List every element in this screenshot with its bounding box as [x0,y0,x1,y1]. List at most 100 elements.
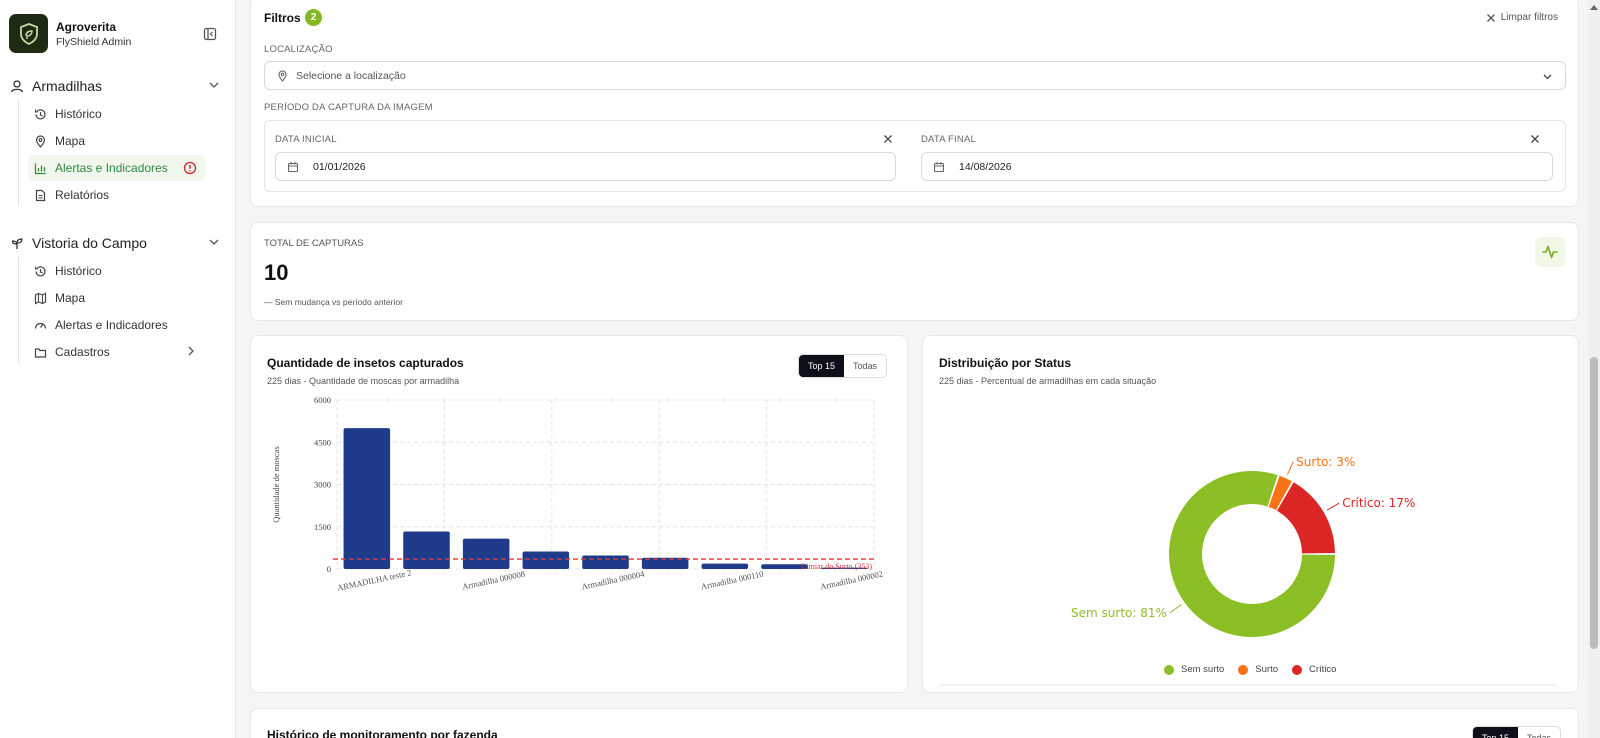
slice-label: Surto: 3% [1296,455,1355,469]
filters-title: Filtros [264,11,301,25]
sidebar-item-label: Histórico [55,264,102,278]
y-tick-label: 0 [327,564,331,574]
x-tick-label: Armadilha 000002 [819,569,884,592]
sidebar-item-relatorios[interactable]: Relatórios [28,182,205,208]
status-chart-subtitle: 225 dias - Percentual de armadilhas em c… [939,376,1157,386]
bar-chart: 0 1500 3000 4500 6000 Quantidade de moscas ARM… [271,395,884,593]
sidebar-item-label: Mapa [55,134,86,148]
slice-label: Sem surto: 81% [1071,606,1167,620]
sidebar-collapse-icon[interactable] [203,27,217,41]
brand[interactable]: Agroverita FlyShield Admin [9,14,131,53]
x-tick-label: Armadilha 000004 [581,568,646,591]
y-tick-label: 1500 [314,522,331,532]
sidebar-item-label: Relatórios [55,188,110,202]
sidebar-item-historico[interactable]: Histórico [28,101,205,127]
gauge-icon [34,322,47,329]
history-icon [34,108,46,119]
x-tick-label: Armadilha 000008 [461,569,526,592]
history-icon [34,265,46,276]
sprout-icon [11,238,23,249]
status-legend: Sem surto Surto Crítico [1164,664,1336,675]
status-donut-chart: Sem surto: 81% Surto: 3% Crítico: 17% [939,455,1557,686]
slice-leader [1287,461,1294,475]
slice-leader [1169,604,1182,614]
bar-chart-toggle: Top 15 Todas [798,354,888,378]
section-label: Armadilhas [32,78,103,94]
filters-card: Filtros 2 Limpar filtros LOCALIZAÇÃO Sel… [250,0,1579,207]
alert-circle-icon [183,161,197,175]
clear-filters-label: Limpar filtros [1500,12,1558,23]
start-date-input[interactable]: 01/01/2026 [275,152,896,181]
file-text-icon [35,189,46,201]
clear-start-date-icon[interactable] [883,134,893,144]
toggle-top15[interactable]: Top 15 [799,355,845,377]
status-chart-card: Distribuição por Status 225 dias - Perce… [922,335,1579,693]
x-tick-label: Armadilha 000110 [700,569,764,592]
chevron-down-icon [209,239,219,245]
activity-icon [1535,237,1565,267]
sidebar-item-alertas[interactable]: Alertas e Indicadores [28,155,205,181]
change-text: Sem mudança vs período anterior [274,297,403,307]
sidebar-item-mapa[interactable]: Mapa [28,128,205,154]
bar [582,555,629,569]
user-pin-icon [10,80,24,93]
legend-label: Crítico [1309,664,1337,675]
total-value: 10 [264,260,289,285]
close-icon [1486,13,1495,22]
bar-chart-icon [34,163,46,174]
y-tick-label: 3000 [314,480,331,490]
history-card: Histórico de monitoramento por fazenda T… [250,708,1579,738]
toggle-todas[interactable]: Todas [1518,727,1560,738]
bar [462,538,510,569]
clear-filters-button[interactable]: Limpar filtros [1486,12,1558,23]
legend-swatch [1292,664,1303,675]
period-label: PERÍODO DA CAPTURA DA IMAGEM [264,102,433,113]
history-card-title: Histórico de monitoramento por fazenda [267,728,498,738]
sidebar-item-label: Cadastros [55,345,110,359]
sidebar: Agroverita FlyShield Admin Armadilhas Hi… [0,0,236,738]
location-label: LOCALIZAÇÃO [264,44,333,55]
toggle-top15[interactable]: Top 15 [1473,727,1519,738]
location-placeholder: Selecione a localização [296,69,406,82]
status-chart-title: Distribuição por Status [939,356,1072,370]
bar-chart-title: Quantidade de insetos capturados [267,356,464,370]
location-select[interactable]: Selecione a localização [264,61,1566,90]
scroll-up-icon[interactable] [1590,4,1598,10]
sidebar-item-mapa[interactable]: Mapa [28,285,205,311]
chevron-right-icon [188,346,194,356]
section-armadilhas[interactable]: Armadilhas [10,75,220,97]
section-vistoria[interactable]: Vistoria do Campo [10,232,220,254]
end-date-label: DATA FINAL [921,134,976,145]
period-box: DATA INICIAL 01/01/2026 DATA FINAL 14/08… [264,120,1566,192]
legend-label: Surto [1255,664,1279,675]
end-date-input[interactable]: 14/08/2026 [921,152,1553,181]
bar-chart-subtitle: 225 dias - Quantidade de moscas por arma… [267,376,460,386]
chevron-down-icon [1543,74,1552,80]
sidebar-item-historico[interactable]: Histórico [28,258,205,284]
scroll-thumb[interactable] [1590,357,1598,649]
x-tick-label: ARMADILHA teste 2 [336,567,412,592]
bar [701,563,749,569]
sidebar-item-alertas[interactable]: Alertas e Indicadores [28,312,205,338]
sidebar-item-label: Mapa [55,291,86,305]
legend-label: Sem surto [1181,664,1225,675]
calendar-icon [933,161,945,172]
map-pin-icon [278,69,287,82]
y-axis-label: Quantidade de moscas [271,446,281,522]
sidebar-item-label: Alertas e Indicadores [55,161,168,175]
change-note: — Sem mudança vs período anterior [264,297,403,307]
toggle-todas[interactable]: Todas [844,355,886,377]
sidebar-item-cadastros[interactable]: Cadastros [28,339,205,365]
map-pin-icon [35,134,46,148]
scrollbar[interactable] [1588,0,1600,738]
bar [403,531,450,569]
bar [522,551,570,569]
sidebar-item-label: Alertas e Indicadores [55,318,168,332]
end-date-value: 14/08/2026 [959,160,1012,173]
filters-count-badge: 2 [305,9,322,26]
clear-end-date-icon[interactable] [1530,134,1540,144]
folder-icon [34,347,47,358]
y-tick-label: 4500 [314,437,331,447]
legend-swatch [1238,664,1249,675]
y-tick-label: 6000 [314,395,331,405]
